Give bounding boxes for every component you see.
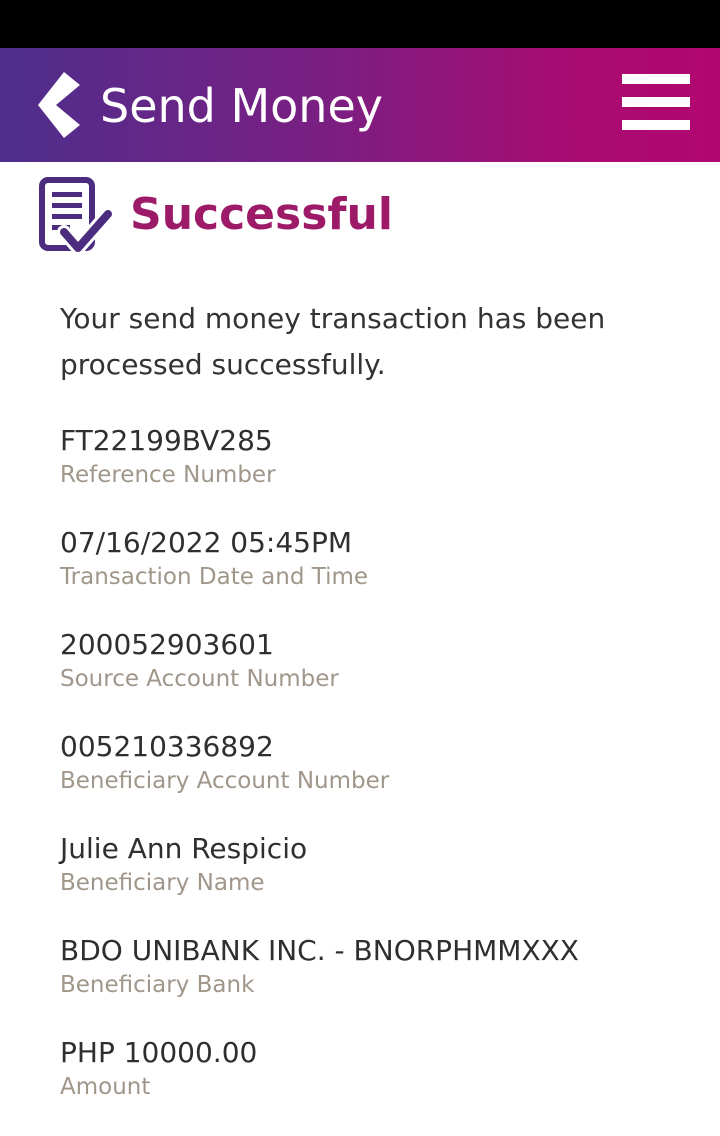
detail-transaction-date: 07/16/2022 05:45PM Transaction Date and … [60,524,700,626]
page-title: Send Money [100,79,383,133]
menu-button[interactable] [620,74,692,134]
detail-label: Beneficiary Account Number [60,768,390,794]
detail-value: 200052903601 [60,628,274,661]
detail-value: 005210336892 [60,730,274,763]
detail-reference-number: FT22199BV285 Reference Number [60,422,700,524]
detail-label: Beneficiary Name [60,870,265,896]
detail-label: Transaction Date and Time [60,564,369,590]
detail-label: Amount [60,1074,151,1100]
detail-value: 07/16/2022 05:45PM [60,526,353,559]
chevron-left-icon [38,72,80,138]
detail-label: Beneficiary Bank [60,972,255,998]
document-checkmark-icon [38,176,115,260]
system-status-bar [0,0,720,48]
detail-beneficiary-name: Julie Ann Respicio Beneficiary Name [60,830,700,932]
detail-amount: PHP 10000.00 Amount [60,1034,700,1136]
detail-label: Source Account Number [60,666,339,692]
detail-value: BDO UNIBANK INC. - BNORPHMMXXX [60,934,579,967]
success-message: Your send money transaction has been pro… [60,302,606,381]
detail-source-account: 200052903601 Source Account Number [60,626,700,728]
detail-value: FT22199BV285 [60,424,273,457]
detail-value: PHP 10000.00 [60,1036,258,1069]
detail-value: Julie Ann Respicio [60,832,308,865]
back-button[interactable] [34,72,86,138]
detail-beneficiary-account: 005210336892 Beneficiary Account Number [60,728,700,830]
transaction-details: FT22199BV285 Reference Number 07/16/2022… [60,422,700,1136]
detail-beneficiary-bank: BDO UNIBANK INC. - BNORPHMMXXX Beneficia… [60,932,700,1034]
status-title: Successful [130,189,393,240]
app-header: Send Money [0,48,720,162]
detail-label: Reference Number [60,462,276,488]
